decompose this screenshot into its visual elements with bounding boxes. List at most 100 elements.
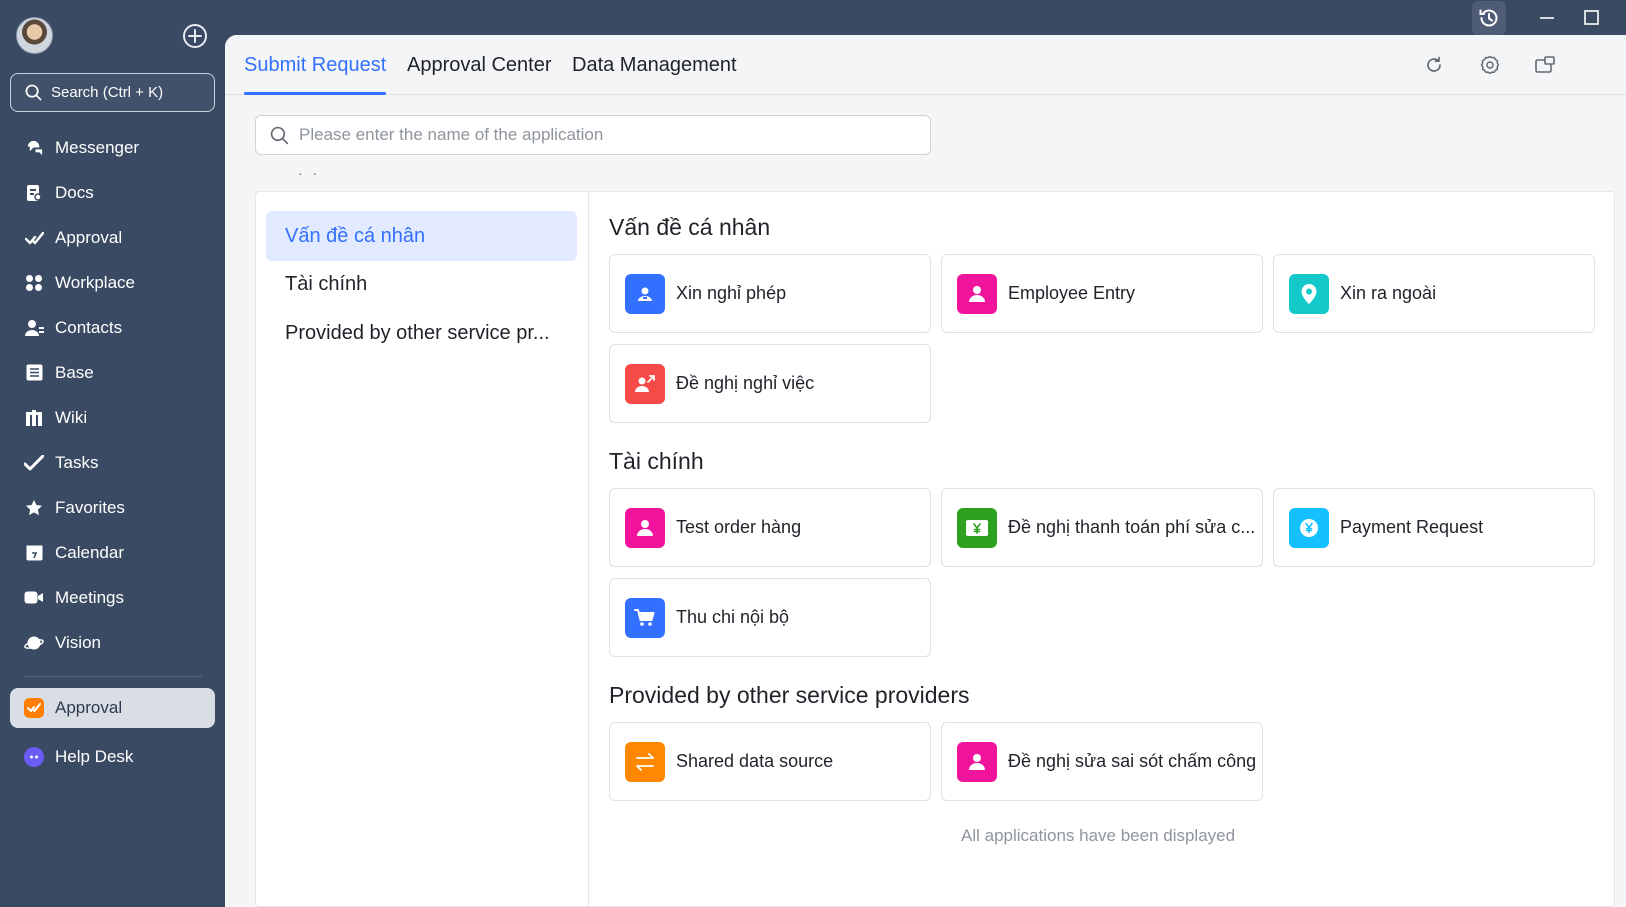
section-title-personal: Vấn đề cá nhân xyxy=(609,214,771,240)
new-window-icon xyxy=(1535,56,1555,73)
content-card: Vấn đề cá nhân Tài chính Provided by oth… xyxy=(255,191,1615,907)
location-pin-icon xyxy=(1289,273,1329,314)
sidebar-item-label: Help Desk xyxy=(55,746,134,766)
person-badge-icon xyxy=(625,273,665,314)
refresh-button[interactable] xyxy=(1421,52,1447,78)
app-card-attendance-correction[interactable]: Đề nghị sửa sai sót chấm công xyxy=(941,722,1263,801)
base-table-icon xyxy=(24,363,44,383)
sidebar-nav: Messenger Docs Approval Workplace Contac… xyxy=(10,125,215,665)
sidebar-item-label: Workplace xyxy=(55,272,135,292)
sidebar-item-vision[interactable]: Vision xyxy=(10,620,215,665)
minimize-button[interactable] xyxy=(1530,0,1564,35)
category-finance[interactable]: Tài chính xyxy=(266,259,577,309)
global-search-label: Search (Ctrl + K) xyxy=(51,84,164,101)
all-apps-displayed-note: All applications have been displayed xyxy=(961,826,1236,845)
app-card-repair-payment[interactable]: Đề nghị thanh toán phí sửa c... xyxy=(941,488,1263,567)
sidebar-item-label: Messenger xyxy=(55,137,140,157)
app-card-label: Thu chi nội bộ xyxy=(676,607,790,627)
app-card-label: Xin nghỉ phép xyxy=(676,283,787,303)
settings-button[interactable] xyxy=(1477,52,1503,78)
add-button[interactable] xyxy=(183,24,207,48)
category-list: Vấn đề cá nhân Tài chính Provided by oth… xyxy=(256,192,589,907)
approval-app-icon xyxy=(24,698,44,718)
app-card-resignation[interactable]: Đề nghị nghỉ việc xyxy=(609,344,931,423)
open-in-window-button[interactable] xyxy=(1532,52,1558,78)
person-leave-icon xyxy=(625,363,665,404)
person-icon xyxy=(957,741,997,782)
tab-approval-center[interactable]: Approval Center xyxy=(407,54,552,95)
global-search-button[interactable]: Search (Ctrl + K) xyxy=(10,73,215,112)
sidebar-item-help-desk[interactable]: Help Desk xyxy=(10,734,215,779)
refresh-icon xyxy=(1427,56,1441,72)
person-icon xyxy=(957,273,997,314)
app-card-leave-request[interactable]: Xin nghỉ phép xyxy=(609,254,931,333)
sidebar-item-tasks[interactable]: Tasks xyxy=(10,440,215,485)
person-icon xyxy=(625,507,665,548)
sidebar-item-favorites[interactable]: Favorites xyxy=(10,485,215,530)
section-title-finance: Tài chính xyxy=(609,448,704,474)
app-card-label: Đề nghị nghỉ việc xyxy=(676,373,815,393)
sidebar-item-label: Tasks xyxy=(55,452,99,472)
app-card-label: Đề nghị thanh toán phí sửa c... xyxy=(1008,517,1256,537)
sidebar-item-calendar[interactable]: Calendar xyxy=(10,530,215,575)
app-card-shared-data-source[interactable]: Shared data source xyxy=(609,722,931,801)
application-search-input[interactable] xyxy=(299,125,899,145)
avatar[interactable] xyxy=(16,17,53,54)
sidebar-item-contacts[interactable]: Contacts xyxy=(10,305,215,350)
application-search-field[interactable] xyxy=(255,115,931,155)
sidebar-apps: Approval Help Desk xyxy=(10,688,215,779)
app-card-label: Test order hàng xyxy=(676,517,802,537)
app-card-internal-cashflow[interactable]: Thu chi nội bộ xyxy=(609,578,931,657)
app-card-go-out[interactable]: Xin ra ngoài xyxy=(1273,254,1595,333)
sidebar-item-meetings[interactable]: Meetings xyxy=(10,575,215,620)
calendar-icon xyxy=(24,543,44,563)
workplace-grid-icon xyxy=(24,273,44,293)
minimize-icon xyxy=(1540,16,1554,19)
section-title-providers: Provided by other service providers xyxy=(609,682,970,708)
history-clock-icon xyxy=(1479,9,1498,27)
category-providers[interactable]: Provided by other service pr... xyxy=(266,308,577,358)
sidebar-item-label: Docs xyxy=(55,182,94,202)
app-card-label: Shared data source xyxy=(676,751,834,771)
tab-data-management[interactable]: Data Management xyxy=(572,54,737,95)
sidebar-item-label: Favorites xyxy=(55,497,125,517)
planet-icon xyxy=(24,633,44,653)
sidebar-item-label: Wiki xyxy=(55,407,88,427)
sidebar-item-label: Contacts xyxy=(55,317,123,337)
app-card-label: Xin ra ngoài xyxy=(1340,283,1437,303)
app-card-label: Payment Request xyxy=(1340,517,1484,537)
sidebar-divider xyxy=(24,676,202,677)
yen-coin-icon xyxy=(1289,507,1329,548)
sidebar-item-wiki[interactable]: Wiki xyxy=(10,395,215,440)
sidebar-item-label: Meetings xyxy=(55,587,124,607)
wiki-icon xyxy=(24,408,44,428)
app-card-payment-request[interactable]: Payment Request xyxy=(1273,488,1595,567)
sidebar-item-label: Vision xyxy=(55,632,101,652)
yen-bill-icon xyxy=(957,507,997,548)
app-card-test-order[interactable]: Test order hàng xyxy=(609,488,931,567)
sidebar: Search (Ctrl + K) Messenger Docs Approva… xyxy=(0,0,225,907)
drag-handle-dots: · · xyxy=(298,165,321,181)
app-card-label: Employee Entry xyxy=(1008,283,1136,303)
history-button[interactable] xyxy=(1472,1,1506,35)
sidebar-item-messenger[interactable]: Messenger xyxy=(10,125,215,170)
shopping-cart-icon xyxy=(625,597,665,638)
tab-submit-request[interactable]: Submit Request xyxy=(244,54,387,95)
docs-icon xyxy=(24,183,44,203)
sidebar-item-approval-app[interactable]: Approval xyxy=(10,688,215,728)
app-card-employee-entry[interactable]: Employee Entry xyxy=(941,254,1263,333)
search-icon xyxy=(25,84,42,101)
category-personal[interactable]: Vấn đề cá nhân xyxy=(266,211,577,261)
sidebar-item-base[interactable]: Base xyxy=(10,350,215,395)
top-tab-bar: Submit Request Approval Center Data Mana… xyxy=(225,35,1626,95)
plus-icon xyxy=(188,29,202,43)
maximize-icon xyxy=(1583,10,1599,25)
exchange-arrows-icon xyxy=(625,741,665,782)
gear-icon xyxy=(1480,55,1500,75)
sidebar-item-workplace[interactable]: Workplace xyxy=(10,260,215,305)
maximize-button[interactable] xyxy=(1574,0,1608,35)
sidebar-item-docs[interactable]: Docs xyxy=(10,170,215,215)
search-icon xyxy=(270,126,289,144)
approval-check-icon xyxy=(24,228,44,248)
sidebar-item-approval[interactable]: Approval xyxy=(10,215,215,260)
